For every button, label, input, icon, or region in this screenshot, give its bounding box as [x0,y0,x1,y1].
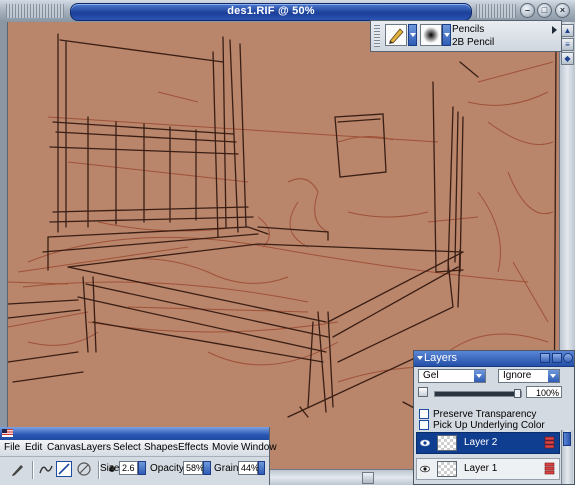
scroll-up-icon[interactable]: ▲ [561,24,574,37]
dab-circle-icon[interactable] [420,24,442,46]
brush-variant-dropdown[interactable] [442,24,451,46]
menu-file[interactable]: File [4,442,20,453]
pick-up-color-label: Pick Up Underlying Color [433,420,545,431]
opacity-spinner[interactable] [203,461,211,475]
size-input[interactable]: 2.6 [119,461,138,475]
brush-category-label: Pencils [452,24,485,35]
layer-opacity-row: 100% [418,386,570,400]
layer-thumbnail [437,435,457,451]
maximize-icon[interactable]: □ [537,3,552,18]
document-titlebar[interactable]: des1.RIF @ 50% – □ × [0,0,575,22]
layers-scrollbar[interactable] [561,430,573,484]
menu-layers[interactable]: Layers [81,442,111,453]
document-title-pill: des1.RIF @ 50% [70,3,472,21]
layer-name: Layer 1 [464,463,498,474]
app-flag-icon [2,429,13,437]
layer-stack-icon [544,462,555,475]
layer-row[interactable]: Layer 2 [416,432,560,454]
freehand-stroke-icon[interactable] [38,461,54,477]
layers-title: Layers [424,352,458,364]
separator [32,461,33,479]
preserve-transparency-option[interactable]: Preserve Transparency [419,409,536,420]
layer-name: Layer 2 [464,437,498,448]
minimize-icon[interactable]: – [520,3,535,18]
close-icon[interactable]: × [555,3,570,18]
menu-bar: File Edit Canvas Layers Select Shapes Ef… [0,440,277,457]
titlebar-grip-right [476,4,516,18]
collapse-arrow-icon[interactable] [417,356,423,360]
composite-depth-select[interactable]: Ignore [498,369,560,383]
layer-opacity-value[interactable]: 100% [526,386,562,398]
chevron-down-icon [548,370,559,382]
size-spinner[interactable] [138,461,146,475]
layers-titlebar[interactable]: Layers [414,351,574,367]
scroll-thumb-icon[interactable]: ◆ [561,52,574,65]
opacity-input[interactable]: 58% [183,461,204,475]
reset-tool-icon[interactable] [76,461,92,477]
expand-arrow-icon[interactable] [552,26,557,34]
panel-minimize-icon[interactable] [552,353,562,363]
panel-close-icon[interactable] [563,353,573,363]
panel-menu-icon[interactable] [540,353,550,363]
composite-depth-value: Ignore [503,370,532,381]
separator [98,461,99,479]
preserve-transparency-checkbox[interactable] [419,409,429,420]
horizontal-scroll-thumb[interactable] [362,472,374,484]
straight-line-icon[interactable] [56,461,72,477]
opacity-slider-thumb[interactable] [514,389,521,398]
titlebar-grip-left [6,4,64,18]
preserve-transparency-label: Preserve Transparency [433,409,537,420]
menu-edit[interactable]: Edit [25,442,42,453]
eye-icon[interactable] [420,438,430,448]
opacity-toggle-icon[interactable] [418,387,428,397]
grain-input[interactable]: 44% [238,461,259,475]
layers-scroll-thumb[interactable] [563,432,571,446]
horizontal-scrollbar[interactable] [270,469,415,485]
grain-spinner[interactable] [258,461,265,475]
menu-window[interactable]: Window [241,442,277,453]
menu-movie[interactable]: Movie [212,442,239,453]
brush-variant-label: 2B Pencil [452,37,495,48]
composite-method-value: Gel [423,370,439,381]
eye-icon[interactable] [420,464,430,474]
layer-row[interactable]: Layer 1 [416,458,560,480]
pick-up-color-checkbox[interactable] [419,420,429,431]
brush-tool-icon[interactable] [10,461,26,477]
layer-opacity-slider[interactable] [434,389,522,398]
main-toolbar: File Edit Canvas Layers Select Shapes Ef… [0,427,277,485]
menu-select[interactable]: Select [113,442,141,453]
layers-panel: Layers Gel Ignore 100% Preserve Transpar… [413,350,575,485]
composite-method-select[interactable]: Gel [418,369,486,383]
menu-shapes[interactable]: Shapes [144,442,178,453]
layer-thumbnail [437,461,457,477]
scroll-page-icon[interactable]: ≡ [561,38,574,51]
pencil-icon[interactable] [385,24,407,46]
brush-category-dropdown[interactable] [408,24,417,46]
layer-stack-icon [544,436,555,449]
menu-canvas[interactable]: Canvas [47,442,81,453]
toolbar-titlebar[interactable] [0,427,269,440]
pick-up-color-option[interactable]: Pick Up Underlying Color [419,420,545,431]
property-bar: Size: 2.6 Opacity: 58% Grain: 44% [0,457,269,485]
menu-effects[interactable]: Effects [178,442,208,453]
chevron-down-icon [474,370,485,382]
panel-grip[interactable] [374,25,380,47]
document-title: des1.RIF @ 50% [227,5,315,17]
brush-selector-bar: Pencils 2B Pencil [370,20,562,52]
opacity-label: Opacity: [150,463,187,474]
